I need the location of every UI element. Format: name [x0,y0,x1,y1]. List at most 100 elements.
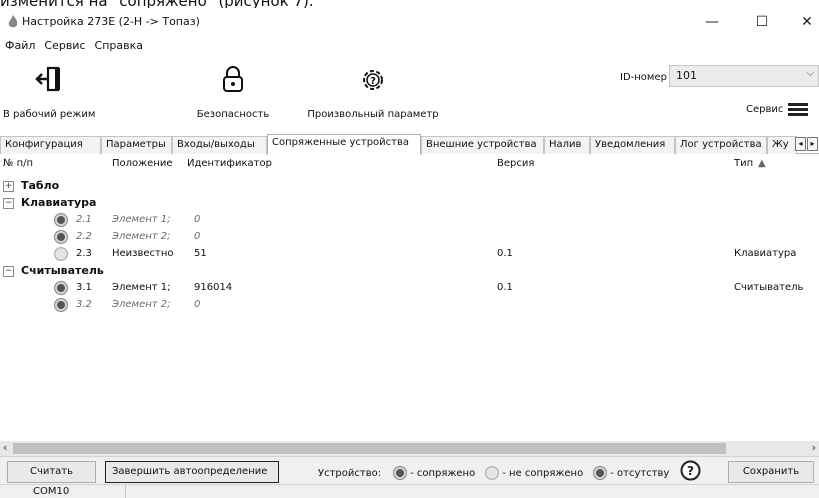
column-version[interactable]: Версия [497,158,534,169]
save-button[interactable]: Сохранить [728,461,814,483]
group-row-reader[interactable]: − Считыватель [0,263,819,280]
document-caption: изменится на "сопряжено" (рисунок 7). [0,0,314,10]
lock-icon [223,66,243,92]
sort-ascending-icon: ▲ [758,158,766,169]
table-row[interactable]: 3.2 Элемент 2; 0 [0,297,819,314]
cell-number: 3.1 [76,282,92,293]
cell-type: Клавиатура [734,248,797,259]
tab-filling[interactable]: Налив [544,136,590,154]
cell-identifier: 0 [194,299,201,310]
id-number-value: 101 [676,69,697,82]
minimize-button[interactable]: — [690,8,734,36]
menu-service[interactable]: Сервис [44,39,85,57]
scroll-right-icon[interactable]: › [812,441,816,454]
cell-position: Неизвестно [112,248,174,259]
tab-external-devices[interactable]: Внешние устройства [421,136,544,154]
table-row[interactable]: 2.1 Элемент 1; 0 [0,212,819,229]
security-button[interactable]: Безопасность [182,60,284,126]
cell-identifier: 51 [194,248,207,259]
enter-work-mode-icon [35,66,60,92]
custom-param-button[interactable]: ? Произвольный параметр [286,60,460,126]
close-button[interactable]: ✕ [785,8,819,36]
window-title: Настройка 273E (2-H -> Топаз) [22,15,200,28]
tab-parameters[interactable]: Параметры [101,136,172,154]
group-row-tablo[interactable]: + Табло [0,178,819,195]
custom-param-label: Произвольный параметр [307,109,439,120]
status-connected-icon [54,230,68,244]
app-window: Настройка 273E (2-H -> Топаз) — ☐ ✕ Файл… [0,8,819,498]
expand-icon[interactable]: + [3,181,14,192]
status-connected-icon [54,298,68,312]
status-legend: Устройство: - сопряжено - не сопряжено -… [318,466,669,480]
title-bar: Настройка 273E (2-H -> Топаз) — ☐ ✕ [0,8,819,36]
status-not-connected-icon [54,247,68,261]
cell-identifier: 916014 [194,282,233,293]
horizontal-scrollbar[interactable]: ‹ › [0,441,819,456]
collapse-icon[interactable]: − [3,198,14,209]
group-title: Клавиатура [21,196,97,209]
svg-text:?: ? [370,76,376,87]
service-menu-button[interactable]: Сервис [746,102,809,117]
legend-absent-text: - отсутству [610,467,670,479]
collapse-icon[interactable]: − [3,266,14,277]
group-title: Считыватель [21,264,104,277]
scrollbar-thumb[interactable] [13,443,726,454]
legend-connected-text: - сопряжено [410,467,476,479]
table-row[interactable]: 2.2 Элемент 2; 0 [0,229,819,246]
service-label: Сервис [746,104,784,115]
tab-scroll-left-icon[interactable]: ◂ [795,137,806,151]
tab-inputs-outputs[interactable]: Входы/выходы [172,136,267,154]
maximize-button[interactable]: ☐ [740,8,784,36]
bottom-action-bar: Считать Завершить автоопределение Устрой… [0,456,819,484]
legend-not-connected-icon [485,466,500,480]
cell-identifier: 0 [194,214,201,225]
tab-device-log[interactable]: Лог устройства [675,136,767,154]
work-mode-button[interactable]: В рабочий режим [3,60,95,126]
help-icon[interactable]: ? [680,460,701,481]
read-button[interactable]: Считать [7,461,96,483]
group-title: Табло [21,179,60,192]
cell-number: 2.3 [76,248,92,259]
column-number[interactable]: № п/п [3,158,33,169]
finish-autodetect-button[interactable]: Завершить автоопределение [105,461,279,483]
svg-text:?: ? [687,464,694,478]
toolbar: В рабочий режим Безопасность ? Произволь… [0,60,819,132]
cell-position: Элемент 2; [112,299,171,310]
table-row[interactable]: 3.1 Элемент 1; 916014 0.1 Считыватель [0,280,819,297]
legend-not-connected-text: - не сопряжено [502,467,584,479]
status-divider [125,485,126,498]
grid-header: № п/п Положение Идентификатор Версия Тип… [0,157,819,174]
grid-body: + Табло − Клавиатура 2.1 Элемент 1; 0 2.… [0,174,819,432]
cell-position: Элемент 1; [112,214,171,225]
scroll-left-icon[interactable]: ‹ [3,441,7,454]
chevron-down-icon: ⌵ [806,68,814,79]
legend-connected-icon [393,466,408,480]
cell-position: Элемент 1; [112,282,171,293]
legend-device-label: Устройство: [318,467,382,479]
tab-scroll-right-icon[interactable]: ▸ [807,137,818,151]
menu-bar: Файл Сервис Справка [0,39,143,57]
column-identifier[interactable]: Идентификатор [187,158,272,169]
status-connected-icon [54,281,68,295]
tab-configuration[interactable]: Конфигурация [0,136,101,154]
id-number-select[interactable]: 101 ⌵ [669,65,819,87]
cell-type: Считыватель [734,282,804,293]
group-row-keyboard[interactable]: − Клавиатура [0,195,819,212]
legend-absent-icon [593,466,608,480]
tab-paired-devices[interactable]: Сопряженные устройства [267,134,421,155]
cell-position: Элемент 2; [112,231,171,242]
tab-notifications[interactable]: Уведомления [590,136,675,154]
status-bar: COM10 [0,484,819,498]
cell-version: 0.1 [497,282,513,293]
table-row[interactable]: 2.3 Неизвестно 51 0.1 Клавиатура [0,246,819,263]
menu-help[interactable]: Справка [95,39,143,57]
id-number-label: ID-номер [620,72,667,83]
status-connected-icon [54,213,68,227]
menu-file[interactable]: Файл [5,39,35,57]
column-type[interactable]: Тип [734,158,753,169]
cell-number: 3.2 [76,299,92,310]
column-position[interactable]: Положение [112,158,173,169]
security-label: Безопасность [196,109,270,120]
tab-journal[interactable]: Жу [767,136,797,154]
com-port-status: COM10 [33,486,70,497]
